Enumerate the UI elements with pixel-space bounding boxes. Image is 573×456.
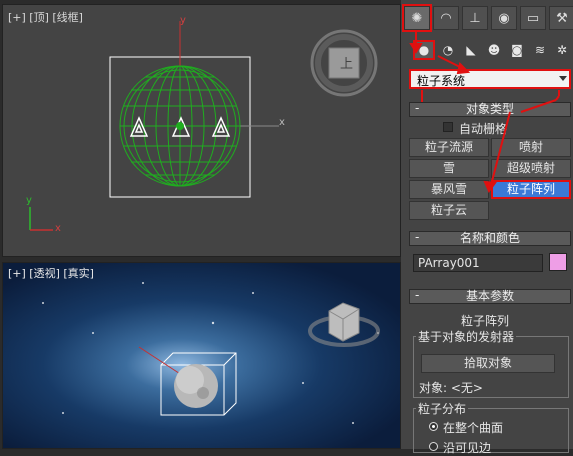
gizmo-y-label: y bbox=[180, 15, 186, 26]
particle-flow-button[interactable]: 粒子流源 bbox=[409, 138, 489, 157]
radio-entire-surface[interactable] bbox=[429, 422, 438, 431]
spacewarps-subtab-icon[interactable]: ≋ bbox=[529, 40, 551, 60]
object-name-field[interactable]: PArray001 bbox=[413, 254, 543, 272]
autogrid-checkbox[interactable] bbox=[443, 122, 453, 132]
top-viewport-scene bbox=[29, 21, 378, 231]
particle-array-button[interactable]: 粒子阵列 bbox=[491, 180, 571, 199]
blizzard-button[interactable]: 暴风雪 bbox=[409, 180, 489, 199]
command-panel: ✺ ◠ ⊥ ◉ ▭ ⚒ ● ◔ ◣ ☻ ◙ ≋ ✲ 粒子系统 - 对象类型 自动栅… bbox=[401, 0, 573, 455]
distribution-group-title: 粒子分布 bbox=[416, 400, 469, 417]
object-color-swatch[interactable] bbox=[549, 253, 567, 271]
emitter-object-label: 对象: <无> bbox=[419, 381, 483, 395]
gizmo-x-label: x bbox=[279, 117, 285, 128]
radio-visible-edges-label: 沿可见边 bbox=[443, 441, 492, 455]
rollout-basic-params-title: 基本参数 bbox=[465, 289, 514, 303]
super-spray-button[interactable]: 超级喷射 bbox=[491, 159, 571, 178]
display-tab-icon[interactable]: ▭ bbox=[520, 6, 546, 30]
emitter-group-title: 基于对象的发射器 bbox=[416, 328, 517, 345]
rollout-basic-params[interactable]: - 基本参数 bbox=[409, 289, 571, 304]
create-tab-icon[interactable]: ✺ bbox=[402, 4, 432, 32]
category-dropdown-value: 粒子系统 bbox=[417, 74, 466, 88]
viewcube-top-label[interactable]: 上 bbox=[340, 53, 353, 72]
perspective-scene bbox=[42, 282, 380, 424]
modify-tab-icon[interactable]: ◠ bbox=[433, 6, 459, 30]
snow-button[interactable]: 雪 bbox=[409, 159, 489, 178]
hierarchy-tab-icon[interactable]: ⊥ bbox=[462, 6, 488, 30]
radio-visible-edges[interactable] bbox=[429, 442, 438, 451]
shapes-subtab-icon[interactable]: ◔ bbox=[437, 40, 459, 60]
systems-subtab-icon[interactable]: ✲ bbox=[551, 40, 573, 60]
axis-tripod-y-label: y bbox=[26, 195, 32, 206]
autogrid-label: 自动栅格 bbox=[459, 122, 508, 136]
geometry-subtab-icon[interactable]: ● bbox=[413, 40, 435, 60]
viewcube-perspective bbox=[308, 302, 380, 347]
object-name-value: PArray001 bbox=[418, 256, 480, 270]
motion-tab-icon[interactable]: ◉ bbox=[491, 6, 517, 30]
rollout-object-type[interactable]: - 对象类型 bbox=[409, 102, 571, 117]
rollout-object-type-title: 对象类型 bbox=[465, 102, 514, 116]
rollout-name-color[interactable]: - 名称和颜色 bbox=[409, 231, 571, 246]
helpers-subtab-icon[interactable]: ◙ bbox=[506, 40, 528, 60]
utilities-tab-icon[interactable]: ⚒ bbox=[549, 6, 573, 30]
chevron-down-icon bbox=[559, 76, 567, 81]
rollout-name-color-title: 名称和颜色 bbox=[459, 231, 520, 245]
particle-cloud-button[interactable]: 粒子云 bbox=[409, 201, 489, 220]
category-dropdown[interactable]: 粒子系统 bbox=[409, 69, 571, 89]
perspective-viewport[interactable]: [+] [透视] [真实] bbox=[2, 262, 401, 449]
spray-button[interactable]: 喷射 bbox=[491, 138, 571, 157]
pick-object-button[interactable]: 拾取对象 bbox=[421, 354, 555, 373]
top-viewport[interactable]: [+] [顶] [线框] y x 上 y x bbox=[2, 4, 401, 257]
cameras-subtab-icon[interactable]: ☻ bbox=[483, 40, 505, 60]
axis-tripod-x-label: x bbox=[55, 223, 61, 234]
radio-entire-surface-label: 在整个曲面 bbox=[443, 421, 504, 435]
basic-params-subtitle: 粒子阵列 bbox=[461, 314, 510, 328]
lights-subtab-icon[interactable]: ◣ bbox=[460, 40, 482, 60]
